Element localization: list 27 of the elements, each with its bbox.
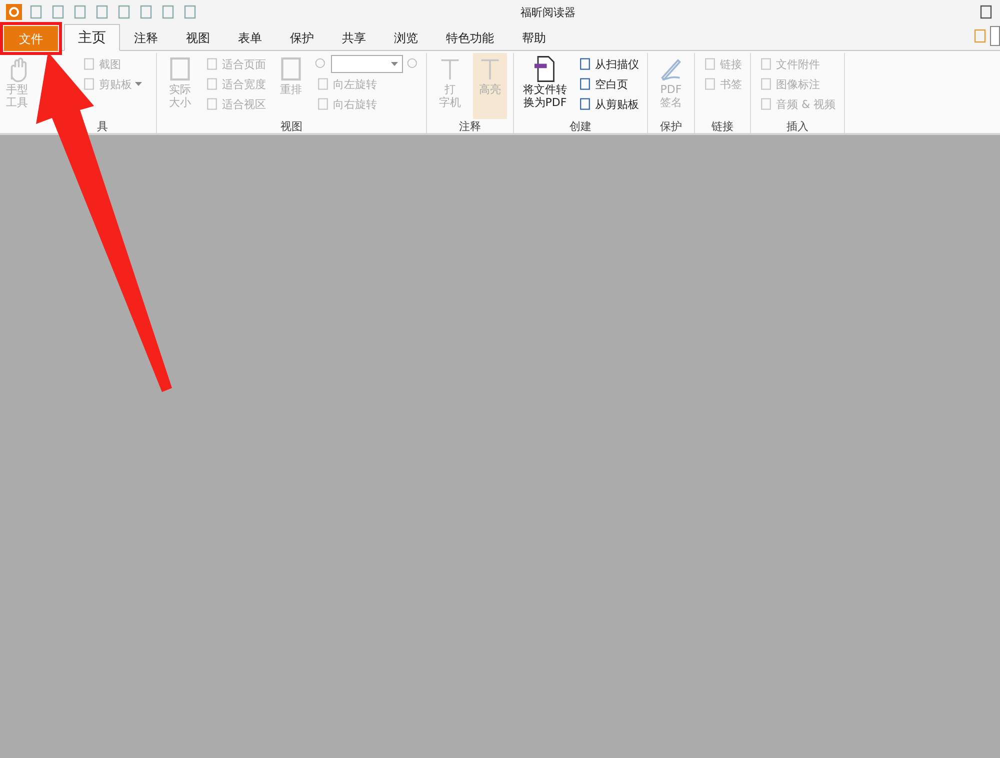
ribbon-button[interactable]: 从剪贴板: [576, 95, 641, 113]
group-label: 视图: [280, 119, 304, 133]
file-menu-tab[interactable]: 文件: [4, 26, 58, 51]
ribbon-tab[interactable]: 浏览: [380, 25, 432, 51]
group-label: 保护: [659, 119, 683, 133]
ribbon-tab[interactable]: 帮助: [508, 25, 560, 51]
group-label: 链接: [710, 119, 734, 133]
group-label: 具: [96, 119, 109, 133]
ribbon-tab[interactable]: 表单: [224, 25, 276, 51]
search-field[interactable]: [990, 26, 1000, 46]
zoom-dropdown[interactable]: [331, 55, 403, 73]
ribbon-tab[interactable]: 注释: [120, 25, 172, 51]
ribbon-button[interactable]: 空白页: [576, 75, 641, 93]
ribbon-tab[interactable]: 特色功能: [432, 25, 508, 51]
ribbon-tab[interactable]: 主页: [64, 24, 120, 51]
ribbon-button[interactable]: 将文件转 换为PDF: [520, 53, 570, 119]
caret-icon: [391, 62, 398, 66]
caret-icon: [135, 82, 142, 86]
window-title: 福昕阅读器: [520, 4, 576, 20]
group-label: 创建: [568, 119, 592, 133]
ribbon-tab[interactable]: 视图: [172, 25, 224, 51]
ribbon-button[interactable]: 从扫描仪: [576, 55, 641, 73]
app-logo-icon: [6, 4, 22, 20]
group-label: 插入: [785, 119, 810, 133]
ribbon-tab[interactable]: 共享: [328, 25, 380, 51]
ribbon-tab[interactable]: 保护: [276, 25, 328, 51]
group-label: 注释: [458, 119, 482, 133]
